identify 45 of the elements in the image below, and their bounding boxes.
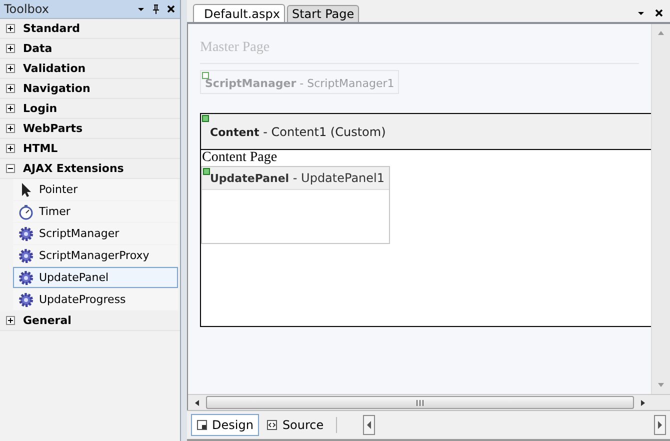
panel-title: Toolbox (4, 2, 50, 16)
collapse-icon[interactable] (6, 164, 15, 173)
document-tab[interactable]: Start Page (286, 5, 360, 22)
toolbox-item[interactable]: UpdatePanel (13, 267, 178, 288)
expand-icon[interactable] (6, 104, 15, 113)
master-page-title: Master Page (200, 40, 271, 56)
toolbox-item[interactable]: UpdateProgress (13, 289, 178, 310)
smart-tag-icon[interactable] (203, 168, 210, 175)
pin-icon[interactable] (151, 4, 161, 14)
toolbox-item[interactable]: ScriptManagerProxy (13, 245, 178, 266)
view-button[interactable]: Source (261, 414, 330, 436)
gear-icon (18, 226, 34, 242)
gear-icon (18, 248, 34, 264)
close-icon[interactable] (166, 4, 176, 14)
smart-tag-icon[interactable] (202, 72, 209, 79)
expand-icon[interactable] (6, 84, 15, 93)
expand-icon[interactable] (6, 316, 15, 325)
toolbox-item[interactable]: Pointer (13, 179, 178, 200)
right-arrow-icon (657, 420, 663, 430)
stopwatch-icon (18, 204, 34, 220)
source-view-icon (267, 420, 278, 430)
scroll-right-button[interactable] (654, 415, 666, 435)
expand-icon[interactable] (6, 144, 15, 153)
toolbox-item[interactable]: ScriptManager (13, 223, 178, 244)
expand-icon[interactable] (6, 24, 15, 33)
left-arrow-icon (366, 420, 372, 430)
gear-icon (18, 292, 34, 308)
horizontal-scrollbar[interactable] (188, 394, 670, 410)
expand-icon[interactable] (6, 64, 15, 73)
toolbox-item[interactable]: Timer (13, 201, 178, 222)
smart-tag-icon[interactable] (202, 115, 209, 122)
document-tab[interactable]: Default.aspx (193, 4, 285, 22)
content-header: Content - Content1 (Custom) (201, 114, 651, 150)
grip-icon[interactable] (416, 400, 424, 406)
design-view-icon (197, 420, 207, 430)
gear-icon (18, 270, 34, 286)
expand-icon[interactable] (6, 44, 15, 53)
content-text: Content Page (201, 150, 278, 166)
view-button[interactable]: Design (191, 414, 260, 436)
expand-icon[interactable] (6, 124, 15, 133)
scroll-right-icon[interactable] (640, 398, 646, 406)
update-panel-control[interactable]: UpdatePanel - UpdatePanel1 (201, 166, 390, 244)
scroll-left-button[interactable] (362, 415, 375, 435)
scroll-left-icon[interactable] (194, 398, 200, 406)
close-icon[interactable] (654, 8, 664, 18)
